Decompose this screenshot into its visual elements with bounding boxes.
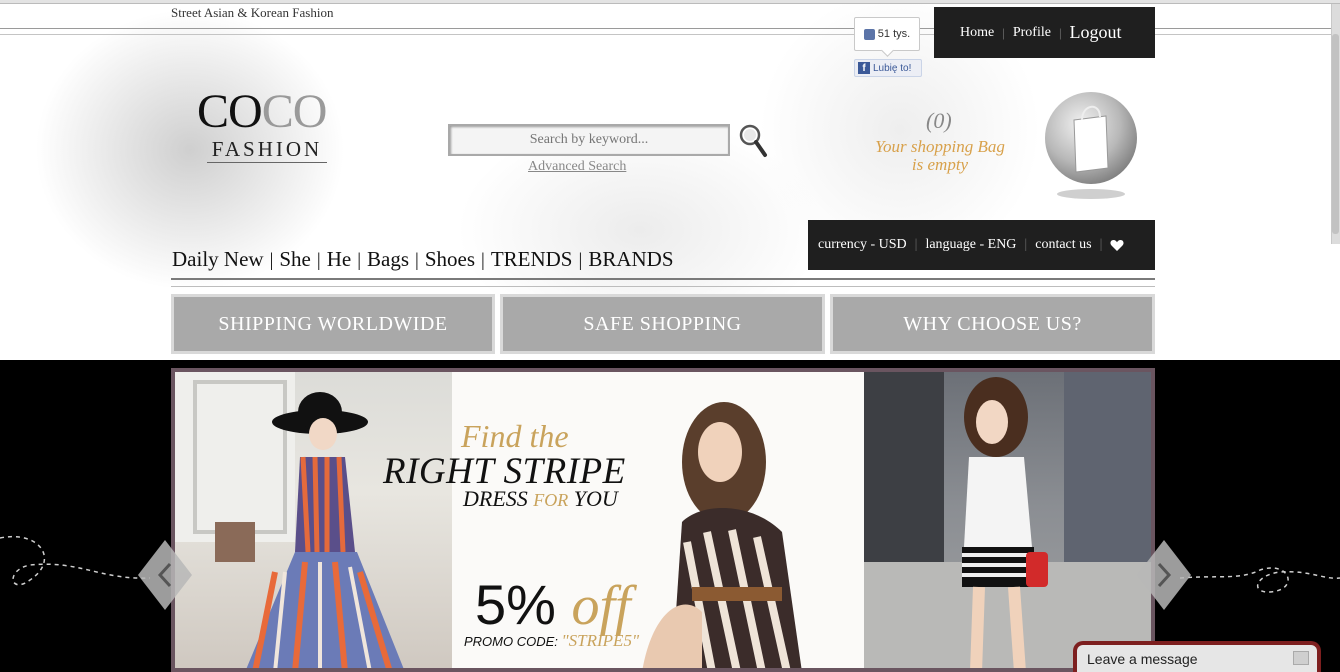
nav-brands[interactable]: BRANDS xyxy=(588,247,673,272)
banner-photo-right xyxy=(864,372,1151,668)
account-nav: Home | Profile | Logout xyxy=(934,7,1155,58)
advanced-search-link[interactable]: Advanced Search xyxy=(528,159,626,175)
why-choose-us-button[interactable]: WHY CHOOSE US? xyxy=(830,294,1155,354)
nav-separator: | xyxy=(481,250,485,271)
search-icon[interactable] xyxy=(738,122,768,158)
util-separator: | xyxy=(1024,237,1028,252)
like-button-label: Lubię to! xyxy=(873,62,912,74)
promo-banner[interactable]: Find the RIGHT STRIPE DRESS FOR YOU 5% o… xyxy=(171,368,1155,672)
scrollbar-thumb[interactable] xyxy=(1332,34,1339,234)
shipping-worldwide-button[interactable]: SHIPPING WORLDWIDE xyxy=(171,294,495,354)
category-nav: Daily New | She | He | Bags | Shoes | TRENDS |… xyxy=(172,247,674,272)
feature-label: WHY CHOOSE US? xyxy=(833,297,1152,351)
facebook-like-button[interactable]: f Lubię to! xyxy=(854,59,922,77)
nav-she[interactable]: She xyxy=(279,247,311,272)
nav-separator: | xyxy=(1002,24,1005,40)
nav-bags[interactable]: Bags xyxy=(367,247,409,272)
currency-selector[interactable]: currency - USD xyxy=(818,237,907,253)
banner-photo-left xyxy=(175,372,452,668)
nav-separator: | xyxy=(1058,24,1062,40)
nav-rule-secondary xyxy=(171,286,1155,287)
promo-code-label: PROMO CODE: xyxy=(464,634,558,649)
shopping-bag-icon[interactable] xyxy=(1044,90,1138,202)
chat-label: Leave a message xyxy=(1087,650,1198,667)
page-scrollbar[interactable] xyxy=(1331,4,1340,244)
logo-subtitle: FASHION xyxy=(207,136,327,163)
slider-next-arrow-icon[interactable] xyxy=(1137,540,1191,610)
heart-icon[interactable] xyxy=(1110,239,1124,252)
feature-label: SHIPPING WORLDWIDE xyxy=(174,297,492,351)
logout-link[interactable]: Logout xyxy=(1070,22,1122,43)
site-logo[interactable]: COCO FASHION xyxy=(197,88,343,163)
model-street-image xyxy=(864,372,1151,668)
search-input[interactable] xyxy=(448,124,730,156)
bag-status-line2: is empty xyxy=(911,155,969,174)
banner-subheadline: DRESS FOR YOU xyxy=(463,486,618,512)
promo-code-line: PROMO CODE: "STRIPE5" xyxy=(464,631,639,651)
contact-link[interactable]: contact us xyxy=(1035,237,1091,253)
safe-shopping-button[interactable]: SAFE SHOPPING xyxy=(500,294,825,354)
util-separator: | xyxy=(914,237,918,252)
nav-separator: | xyxy=(316,250,321,271)
logo-coco-light: CO xyxy=(261,85,328,138)
model-striped-dress-image xyxy=(175,372,404,668)
nav-separator: | xyxy=(415,250,419,271)
nav-shoes[interactable]: Shoes xyxy=(425,247,475,272)
profile-link[interactable]: Profile xyxy=(1013,25,1051,41)
bag-status: Your shopping Bag is empty xyxy=(860,138,1020,174)
banner-you: YOU xyxy=(573,486,618,511)
promo-code-value: "STRIPE5" xyxy=(561,631,640,650)
site-tagline: Street Asian & Korean Fashion xyxy=(171,5,334,20)
util-separator: | xyxy=(1099,237,1103,252)
bag-status-line1: Your shopping Bag xyxy=(875,137,1005,156)
banner-for: FOR xyxy=(533,490,569,510)
leave-message-chat[interactable]: Leave a message xyxy=(1073,641,1321,672)
nav-rule xyxy=(171,278,1155,280)
logo-wordmark: COCO xyxy=(197,88,343,136)
feature-label: SAFE SHOPPING xyxy=(503,297,822,351)
bag-item-count: (0) xyxy=(926,108,952,133)
nav-he[interactable]: He xyxy=(327,247,352,272)
like-count: 51 tys. xyxy=(877,28,911,40)
logo-coco-dark: CO xyxy=(197,85,263,138)
discount-percent: 5% xyxy=(475,573,556,636)
nav-separator: | xyxy=(269,250,274,271)
nav-trends[interactable]: TRENDS xyxy=(491,247,573,272)
language-selector[interactable]: language - ENG xyxy=(925,237,1016,253)
discount-off: off xyxy=(571,575,631,637)
banner-discount: 5% off xyxy=(475,572,631,638)
nav-separator: | xyxy=(357,250,361,271)
nav-separator: | xyxy=(578,250,583,271)
facebook-icon: f xyxy=(858,62,870,74)
nav-daily-new[interactable]: Daily New xyxy=(172,247,264,272)
window-top-edge xyxy=(0,0,1340,4)
chevron-up-icon[interactable] xyxy=(1293,651,1309,665)
home-link[interactable]: Home xyxy=(960,25,994,41)
banner-dress: DRESS xyxy=(463,486,528,511)
thumbs-up-icon xyxy=(863,28,875,40)
like-count-box: 51 tys. xyxy=(854,17,920,51)
slider-prev-arrow-icon[interactable] xyxy=(138,540,192,610)
utility-bar: currency - USD | language - ENG | contac… xyxy=(808,220,1155,270)
